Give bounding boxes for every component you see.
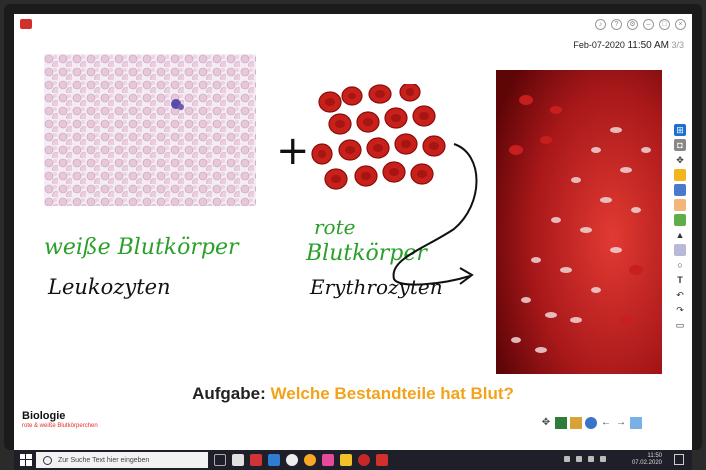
course-info: Biologie rote & weiße Blutkörperchen — [22, 410, 98, 429]
close-icon[interactable]: × — [675, 19, 686, 30]
hand-icon[interactable] — [674, 199, 686, 211]
app-logo-icon[interactable] — [20, 19, 32, 29]
app-icon-red[interactable] — [250, 454, 262, 466]
windows-taskbar: Zur Suche Text hier eingeben 11:50 07.02… — [14, 450, 692, 470]
app-icon-blue[interactable] — [268, 454, 280, 466]
globe-icon[interactable] — [585, 417, 597, 429]
ink-layer: + weiße Blutkörper Leukozyten rote Blutk… — [44, 128, 478, 299]
board-icon[interactable]: ▭ — [674, 319, 686, 331]
app-icon-dark-red[interactable] — [358, 454, 370, 466]
top-icons: ♪ ? ⚙ – □ × — [595, 19, 686, 30]
circle-icon[interactable]: ○ — [674, 259, 686, 271]
date-label: Feb-07-2020 — [573, 40, 625, 50]
battery-icon[interactable] — [588, 456, 594, 462]
clock-date: 07.02.2020 — [631, 460, 662, 466]
course-subtitle: rote & weiße Blutkörperchen — [22, 423, 98, 429]
arrow-left-icon[interactable]: ← — [600, 417, 612, 429]
clock-time: 11:50 — [647, 453, 662, 459]
app-icon-white[interactable] — [286, 454, 298, 466]
screenshot-icon[interactable]: ◘ — [674, 139, 686, 151]
search-placeholder: Zur Suche Text hier eingeben — [58, 456, 150, 464]
book-icon[interactable] — [570, 417, 582, 429]
notifications-icon[interactable] — [674, 454, 684, 465]
image-icon[interactable] — [674, 214, 686, 226]
highlighter-icon[interactable] — [674, 244, 686, 256]
network-icon[interactable] — [564, 456, 570, 462]
minimize-icon[interactable]: – — [643, 19, 654, 30]
cortana-icon — [43, 455, 52, 465]
wbc-label-green: weiße Blutkörper — [44, 235, 240, 260]
help-icon[interactable]: ? — [611, 19, 622, 30]
rbc-label-erythrozyten: Erythrozyten — [309, 275, 443, 299]
volume-icon[interactable] — [576, 456, 582, 462]
date-time: Feb-07-2020 11:50 AM 3/3 — [573, 40, 684, 51]
top-bar: ♪ ? ⚙ – □ × — [14, 14, 692, 36]
chrome-icon[interactable] — [304, 454, 316, 466]
keyboard-icon[interactable] — [600, 456, 606, 462]
arrow-right-icon[interactable]: → — [615, 417, 627, 429]
arrow-head — [459, 267, 474, 285]
whiteboard-icon[interactable] — [555, 417, 567, 429]
rbc-label-blutkoerper: Blutkörper — [305, 241, 428, 266]
windows-icon[interactable]: ⊞ — [674, 124, 686, 136]
task-question: Welche Bestandteile hat Blut? — [270, 384, 514, 403]
system-clock[interactable]: 11:50 07.02.2020 — [632, 453, 662, 467]
task-view-icon[interactable] — [214, 454, 226, 466]
time-label: 11:50 AM — [627, 40, 669, 51]
whiteboard-app-icon[interactable] — [376, 454, 388, 466]
plus-sign: + — [276, 128, 310, 174]
taskbar-apps — [214, 454, 388, 466]
fullscreen-icon[interactable]: □ — [659, 19, 670, 30]
move-icon[interactable]: ✥ — [674, 154, 686, 166]
app-icon-yellow[interactable] — [340, 454, 352, 466]
undo-icon[interactable]: ↶ — [674, 289, 686, 301]
move-icon[interactable]: ✥ — [540, 417, 552, 429]
taskbar-search[interactable]: Zur Suche Text hier eingeben — [36, 452, 208, 468]
redo-icon[interactable]: ↷ — [674, 304, 686, 316]
wbc-label-black: Leukozyten — [47, 275, 171, 299]
settings-icon[interactable]: ⚙ — [627, 19, 638, 30]
pen-icon[interactable]: ▲ — [674, 229, 686, 241]
rbc-label-rote: rote — [314, 215, 355, 239]
board-canvas[interactable]: + weiße Blutkörper Leukozyten rote Blutk… — [14, 54, 692, 384]
task-heading: Aufgabe: Welche Bestandteile hat Blut? — [14, 384, 692, 404]
text-icon[interactable]: T — [674, 274, 686, 286]
whiteboard-screen: ♪ ? ⚙ – □ × Feb-07-2020 11:50 AM 3/3 + w… — [14, 14, 692, 450]
file-explorer-icon[interactable] — [232, 454, 244, 466]
task-keyword: Aufgabe: — [192, 384, 266, 403]
folder-icon[interactable] — [674, 169, 686, 181]
windows-start-icon[interactable] — [20, 454, 32, 466]
bottom-toolbar: ✥ ← → — [540, 417, 642, 429]
course-title: Biologie — [22, 410, 66, 422]
tool-sidebar: ⊞ ◘ ✥ ▲ ○ T ↶ ↷ ▭ — [674, 124, 688, 331]
page-indicator: 3/3 — [671, 40, 684, 50]
system-tray-icons — [564, 456, 606, 462]
app-icon-pink[interactable] — [322, 454, 334, 466]
bell-icon[interactable]: ♪ — [595, 19, 606, 30]
screen-icon[interactable] — [630, 417, 642, 429]
eraser-icon[interactable] — [674, 184, 686, 196]
